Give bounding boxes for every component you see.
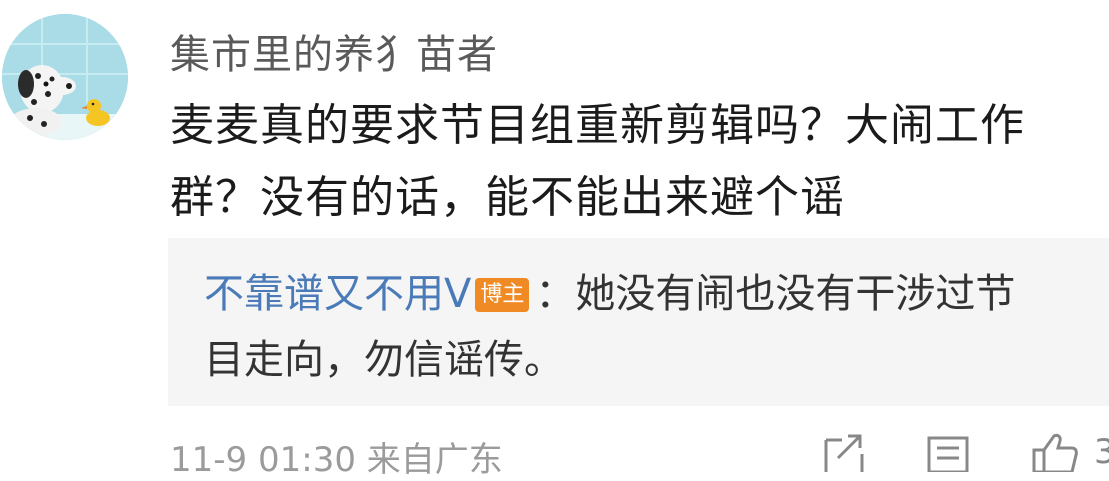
reply-text-line-1: 她没有闹也没有干涉过节 [575, 271, 1016, 317]
reply-box[interactable]: 不靠谱又不用V 博主 ：她没有闹也没有干涉过节 目走向，勿信谣传。 [168, 238, 1109, 406]
comment-text: 麦麦真的要求节目组重新剪辑吗？大闹工作群？没有的话，能不能出来避个谣 [170, 100, 1025, 223]
like-button[interactable] [1030, 432, 1080, 476]
share-icon [824, 434, 864, 472]
reply-username[interactable]: 不靠谱又不用V [204, 271, 471, 317]
reply-separator: ： [535, 271, 576, 317]
avatar[interactable] [2, 14, 128, 140]
like-count: 3 [1094, 432, 1109, 472]
comment-location: 来自广东 [366, 440, 503, 480]
reply-line-1: 不靠谱又不用V 博主 ：她没有闹也没有干涉过节 [204, 266, 1015, 322]
comment-meta: 11-9 01:30 来自广东 [170, 432, 503, 481]
comment-icon [927, 436, 969, 474]
share-button[interactable] [822, 432, 866, 476]
text-fade-overlay [848, 158, 928, 218]
reply-text-line-2: 目走向，勿信谣传。 [204, 337, 564, 383]
comment-username[interactable]: 集市里的养犭苗者 [170, 22, 498, 80]
comment-button[interactable] [926, 432, 970, 476]
comment-timestamp: 11-9 01:30 [170, 440, 356, 480]
thumbs-up-icon [1032, 433, 1078, 474]
blogger-badge: 博主 [475, 278, 530, 312]
